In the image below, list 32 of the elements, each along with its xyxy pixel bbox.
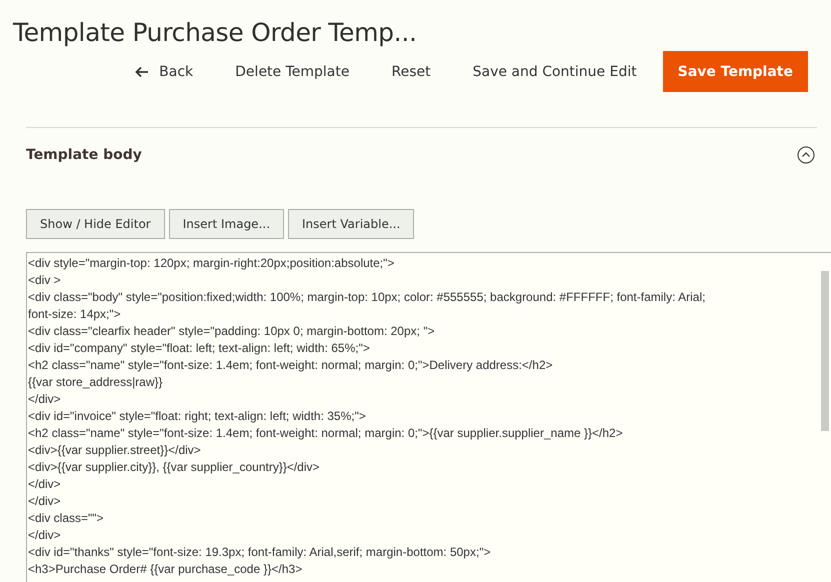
action-button[interactable]: Delete Template [214,51,370,92]
code-line: <h2 class="name" style="font-size: 1.4em; font-weight: normal; margin: 0;">Delivery address:</h2> [28,357,554,374]
code-line: <div class="body" style="position:fixed;width: 100%; margin-top: 10px; color: #555555; background: #FFFFFF; font-family: Arial; [28,289,706,306]
code-line: <h2 class="name" style="font-size: 1.4em; font-weight: normal; margin: 0;">{{var supplier.supplier_name }}</h2> [28,425,624,442]
arrow-left-icon [135,66,150,78]
code-line: <div id="thanks" style="font-size: 19.3px; font-family: Arial,serif; margin-bottom: 50px;"> [28,544,492,561]
editor-button[interactable]: Show / Hide Editor [26,209,165,239]
code-line: <div id="invoice" style="float: right; text-align: left; width: 35%;"> [28,408,367,425]
code-line: <div>{{var supplier.street}}</div> [28,442,202,459]
code-line: </div> [28,493,62,510]
code-line: </div> [28,527,62,544]
code-line: <div class="clearfix header" style="padding: 10px 0; margin-bottom: 20px; "> [28,323,436,340]
code-line: <div > [28,272,62,289]
page-title: Template Purchase Order Temp... [12,17,418,49]
code-editor[interactable] [26,252,831,582]
editor-button[interactable]: Insert Image... [168,209,284,239]
code-line: {{var store_address|raw}} [28,374,164,391]
code-line: <div class=""> [28,510,105,527]
code-line: <div>{{var supplier.city}}, {{var supplier_country}}</div> [28,459,321,476]
code-line: <h3>Purchase Order# {{var purchase_code }}</h3> [28,561,304,578]
code-line: </div> [28,476,62,493]
code-line: </div> [28,391,62,408]
section-title: Template body [26,147,142,163]
save-button[interactable]: Save Template [662,51,808,92]
action-button[interactable]: Reset [370,51,452,92]
collapse-icon[interactable] [797,146,815,164]
editor-button[interactable]: Insert Variable... [288,209,414,239]
action-button[interactable]: Save and Continue Edit [452,51,658,92]
code-line: <div id="company" style="float: left; text-align: left; width: 65%;"> [28,340,371,357]
back-button[interactable]: Back [114,51,214,92]
code-line: <div style="margin-top: 120px; margin-right:20px;position:absolute;"> [28,255,396,272]
code-line: font-size: 14px;"> [28,306,122,323]
